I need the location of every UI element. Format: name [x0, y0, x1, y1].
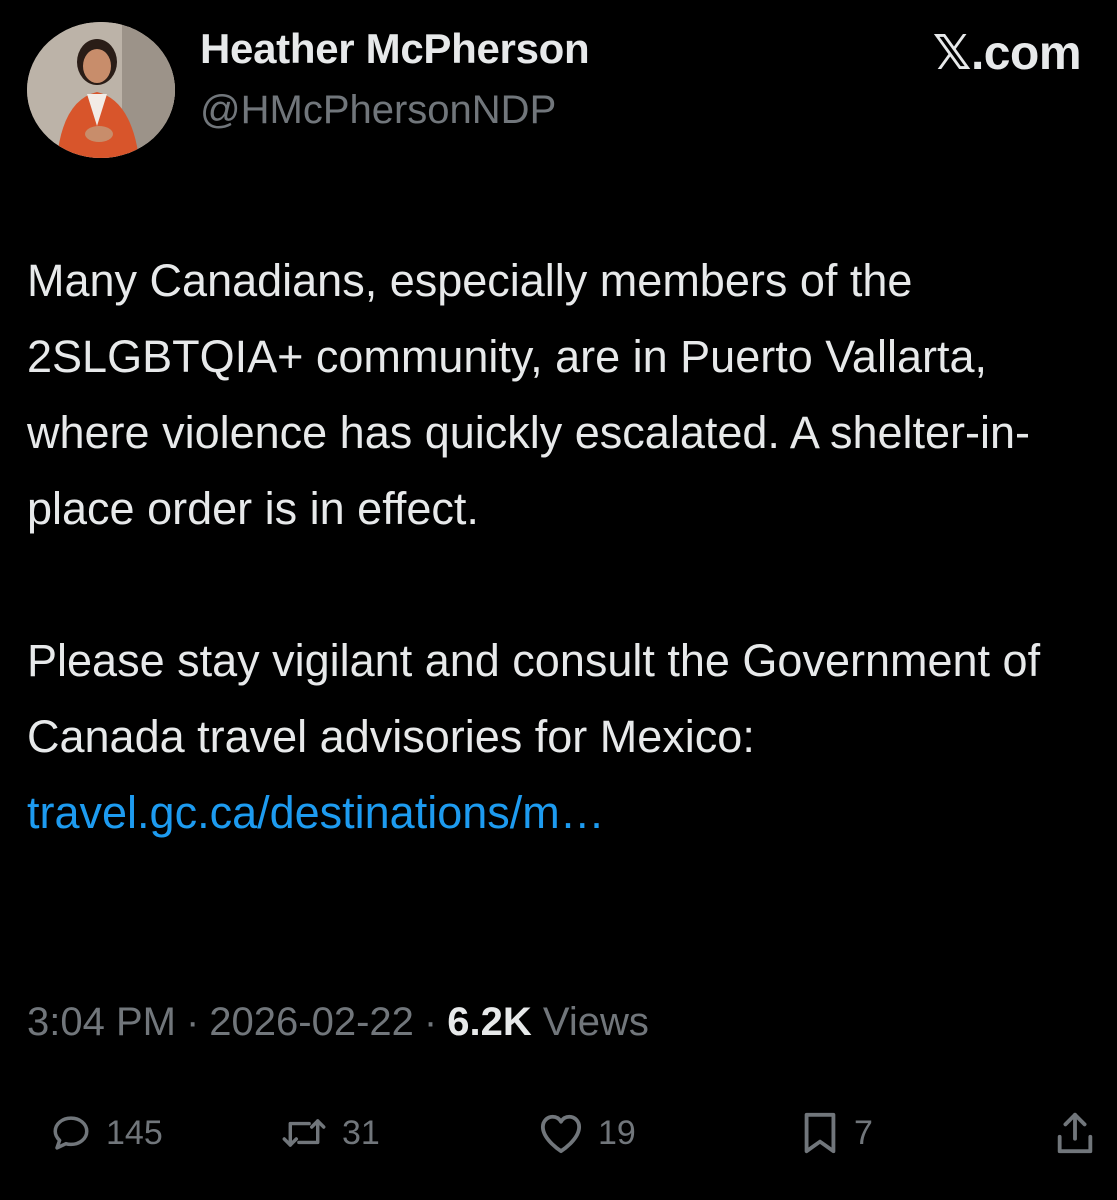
action-bar: 145 31 19 7 [0, 1098, 1117, 1168]
brand-watermark: 𝕏.com [932, 25, 1082, 81]
retweet-arrows-icon [280, 1112, 328, 1154]
reply-button[interactable]: 145 [50, 1098, 163, 1168]
tweet-card: Heather McPherson @HMcPhersonNDP 𝕏.com M… [0, 0, 1117, 1200]
tweet-date[interactable]: 2026-02-22 [209, 1000, 414, 1044]
speech-bubble-icon [50, 1112, 92, 1154]
bookmark-button[interactable]: 7 [800, 1098, 873, 1168]
views-count: 6.2K [447, 1000, 532, 1044]
tweet-paragraph: Many Canadians, especially members of th… [27, 255, 1031, 534]
brand-domain: .com [970, 27, 1082, 80]
meta-separator: · [185, 1000, 200, 1044]
author-name[interactable]: Heather McPherson [200, 25, 590, 73]
avatar[interactable] [27, 22, 175, 158]
x-logo-icon: 𝕏 [932, 25, 972, 81]
reply-count: 145 [106, 1113, 163, 1152]
tweet-meta: 3:04 PM · 2026-02-22 · 6.2K Views [27, 1000, 649, 1045]
views-label: Views [542, 1000, 649, 1044]
tweet-paragraph-text: Please stay vigilant and consult the Gov… [27, 635, 1053, 762]
tweet-body: Many Canadians, especially members of th… [27, 243, 1102, 851]
tweet-paragraph: Please stay vigilant and consult the Gov… [27, 623, 1102, 851]
share-upload-icon [1055, 1110, 1095, 1156]
author-handle[interactable]: @HMcPhersonNDP [200, 88, 556, 133]
share-button[interactable] [1055, 1098, 1095, 1168]
avatar-photo [27, 22, 175, 158]
meta-separator: · [423, 1000, 438, 1044]
bookmark-count: 7 [854, 1113, 873, 1152]
tweet-time[interactable]: 3:04 PM [27, 1000, 176, 1044]
like-count: 19 [598, 1113, 636, 1152]
like-button[interactable]: 19 [538, 1098, 636, 1168]
tweet-link[interactable]: travel.gc.ca/destinations/m… [27, 787, 605, 838]
heart-icon [538, 1112, 584, 1154]
retweet-button[interactable]: 31 [280, 1098, 380, 1168]
bookmark-icon [800, 1110, 840, 1156]
retweet-count: 31 [342, 1113, 380, 1152]
